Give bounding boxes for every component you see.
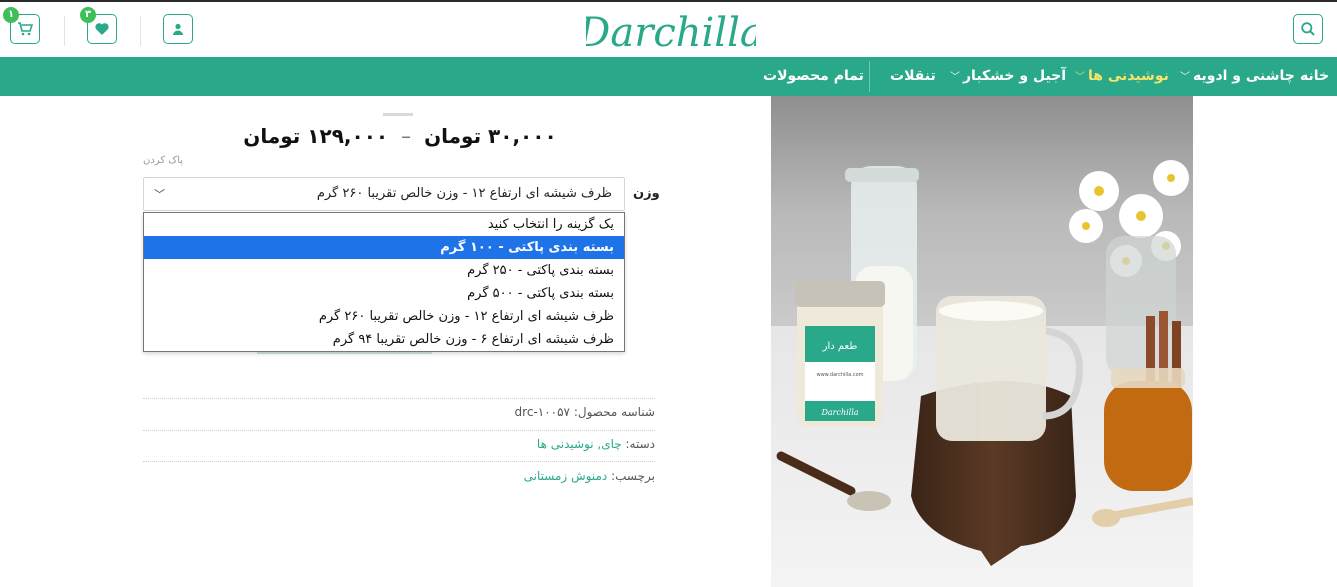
site-header: ۱ ۳ Darchilla bbox=[0, 2, 1337, 57]
meta-divider bbox=[143, 430, 655, 431]
price-low: ۳۰,۰۰۰ bbox=[488, 124, 557, 148]
price-separator: – bbox=[401, 124, 412, 148]
section-divider bbox=[383, 113, 413, 116]
heart-icon bbox=[95, 23, 109, 35]
chevron-down-icon: ﹀ bbox=[1075, 72, 1085, 83]
user-icon bbox=[173, 23, 183, 35]
weight-select[interactable]: ظرف شیشه ای ارتفاع ۱۲ - وزن خالص تقریبا … bbox=[143, 177, 625, 211]
chevron-down-icon: ﹀ bbox=[950, 72, 960, 83]
price-high: ۱۲۹,۰۰۰ bbox=[307, 124, 389, 148]
weight-option[interactable]: ظرف شیشه ای ارتفاع ۱۲ - وزن خالص تقریبا … bbox=[144, 305, 624, 328]
svg-text:Darchilla: Darchilla bbox=[820, 408, 858, 417]
nav-item-all-products[interactable]: تمام محصولات bbox=[763, 57, 864, 96]
site-logo[interactable]: Darchilla bbox=[586, 6, 756, 56]
wishlist-button[interactable]: ۳ bbox=[80, 7, 117, 44]
weight-option[interactable]: بسته بندی پاکتی - ۲۵۰ گرم bbox=[144, 259, 624, 282]
nav-item-nuts[interactable]: آجیل و خشکبار﹀ bbox=[950, 57, 1066, 96]
weight-label: وزن bbox=[633, 186, 660, 201]
chevron-down-icon: ﹀ bbox=[1180, 72, 1190, 83]
category-label: دسته: bbox=[625, 437, 656, 451]
nav-item-home[interactable]: خانه bbox=[1300, 57, 1329, 96]
weight-dropdown-list[interactable]: یک گزینه را انتخاب کنید بسته بندی پاکتی … bbox=[143, 212, 625, 352]
meta-divider bbox=[143, 398, 655, 399]
price-range: ۳۰,۰۰۰ تومان – ۱۲۹,۰۰۰ تومان bbox=[170, 124, 630, 148]
product-tag: برچسب: دمنوش زمستانی bbox=[524, 469, 655, 483]
cart-badge: ۱ bbox=[3, 7, 19, 23]
nav-item-snacks[interactable]: تنقلات bbox=[890, 57, 936, 96]
account-button[interactable] bbox=[163, 14, 193, 44]
product-category: دسته: چای, نوشیدنی ها bbox=[537, 437, 655, 451]
weight-option[interactable]: یک گزینه را انتخاب کنید bbox=[144, 213, 624, 236]
sku-value: drc-۱۰۰۵۷ bbox=[514, 405, 570, 419]
price-low-currency: تومان bbox=[424, 124, 482, 148]
nav-item-drinks[interactable]: نوشیدنی ها﹀ bbox=[1075, 57, 1169, 96]
weight-option[interactable]: ظرف شیشه ای ارتفاع ۶ - وزن خالص تقریبا ۹… bbox=[144, 328, 624, 351]
search-icon bbox=[1301, 22, 1315, 36]
meta-divider bbox=[143, 461, 655, 462]
product-sku: شناسه محصول: drc-۱۰۰۵۷ bbox=[515, 405, 655, 419]
chevron-down-icon: ﹀ bbox=[154, 188, 165, 201]
sku-label: شناسه محصول: bbox=[573, 405, 655, 419]
header-divider bbox=[140, 16, 141, 46]
tag-link[interactable]: دمنوش زمستانی bbox=[524, 469, 608, 483]
reset-variation-link[interactable]: پاک کردن bbox=[143, 155, 183, 166]
svg-text:طعم دار: طعم دار bbox=[822, 341, 858, 352]
product-photo-illustration: طعم دار www.darchilla.com Darchilla bbox=[771, 96, 1193, 587]
weight-option-highlighted[interactable]: بسته بندی پاکتی - ۱۰۰ گرم bbox=[144, 236, 624, 259]
svg-text:www.darchilla.com: www.darchilla.com bbox=[817, 372, 864, 378]
weight-option[interactable]: بسته بندی پاکتی - ۵۰۰ گرم bbox=[144, 282, 624, 305]
price-high-currency: تومان bbox=[243, 124, 301, 148]
weight-select-value: ظرف شیشه ای ارتفاع ۱۲ - وزن خالص تقریبا … bbox=[316, 186, 612, 201]
main-navigation: خانه چاشنی و ادویه﹀ نوشیدنی ها﹀ آجیل و خ… bbox=[0, 57, 1337, 96]
tag-label: برچسب: bbox=[611, 469, 655, 483]
wishlist-badge: ۳ bbox=[80, 7, 96, 23]
search-button[interactable] bbox=[1293, 14, 1323, 44]
header-divider bbox=[64, 16, 65, 46]
cart-icon bbox=[18, 22, 33, 36]
svg-text:Darchilla: Darchilla bbox=[586, 10, 756, 56]
product-image[interactable]: طعم دار www.darchilla.com Darchilla bbox=[771, 96, 1193, 587]
cart-button[interactable]: ۱ bbox=[3, 7, 40, 44]
nav-divider bbox=[869, 61, 870, 92]
nav-item-spices[interactable]: چاشنی و ادویه﹀ bbox=[1180, 57, 1295, 96]
category-link[interactable]: چای, نوشیدنی ها bbox=[537, 437, 622, 451]
